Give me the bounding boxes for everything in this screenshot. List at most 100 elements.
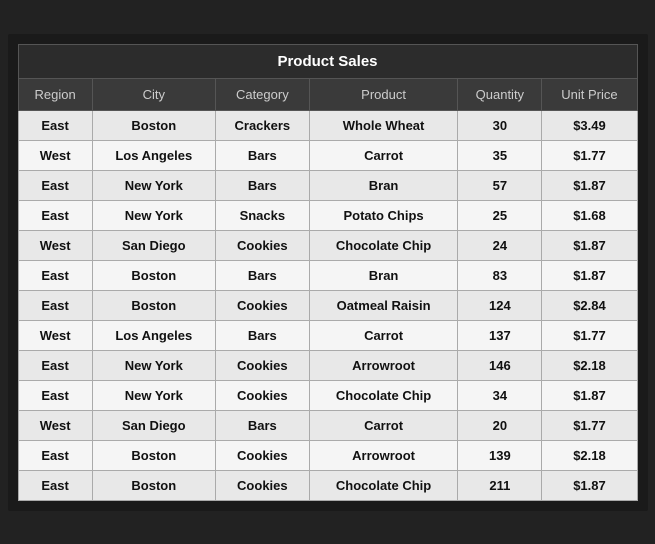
cell-r11-c4: 139 [458, 440, 542, 470]
cell-r4-c2: Cookies [215, 230, 309, 260]
cell-r8-c0: East [18, 350, 92, 380]
cell-r4-c3: Chocolate Chip [309, 230, 457, 260]
cell-r8-c2: Cookies [215, 350, 309, 380]
cell-r0-c5: $3.49 [542, 110, 637, 140]
cell-r5-c0: East [18, 260, 92, 290]
cell-r7-c2: Bars [215, 320, 309, 350]
table-row: EastBostonCookiesArrowroot139$2.18 [18, 440, 637, 470]
cell-r7-c4: 137 [458, 320, 542, 350]
table-row: EastNew YorkCookiesArrowroot146$2.18 [18, 350, 637, 380]
column-header-product: Product [309, 78, 457, 110]
cell-r5-c5: $1.87 [542, 260, 637, 290]
table-row: EastBostonBarsBran83$1.87 [18, 260, 637, 290]
cell-r2-c0: East [18, 170, 92, 200]
cell-r3-c3: Potato Chips [309, 200, 457, 230]
cell-r10-c1: San Diego [92, 410, 215, 440]
table-row: EastBostonCookiesOatmeal Raisin124$2.84 [18, 290, 637, 320]
cell-r8-c4: 146 [458, 350, 542, 380]
cell-r9-c1: New York [92, 380, 215, 410]
cell-r11-c0: East [18, 440, 92, 470]
cell-r10-c2: Bars [215, 410, 309, 440]
cell-r9-c0: East [18, 380, 92, 410]
cell-r10-c4: 20 [458, 410, 542, 440]
cell-r3-c1: New York [92, 200, 215, 230]
cell-r2-c4: 57 [458, 170, 542, 200]
cell-r3-c4: 25 [458, 200, 542, 230]
cell-r0-c0: East [18, 110, 92, 140]
cell-r6-c3: Oatmeal Raisin [309, 290, 457, 320]
cell-r8-c3: Arrowroot [309, 350, 457, 380]
cell-r5-c1: Boston [92, 260, 215, 290]
cell-r2-c1: New York [92, 170, 215, 200]
cell-r2-c5: $1.87 [542, 170, 637, 200]
cell-r10-c3: Carrot [309, 410, 457, 440]
cell-r7-c1: Los Angeles [92, 320, 215, 350]
cell-r5-c3: Bran [309, 260, 457, 290]
cell-r4-c4: 24 [458, 230, 542, 260]
cell-r10-c0: West [18, 410, 92, 440]
column-header-region: Region [18, 78, 92, 110]
product-sales-table: Product Sales RegionCityCategoryProductQ… [18, 44, 638, 501]
cell-r3-c5: $1.68 [542, 200, 637, 230]
cell-r6-c1: Boston [92, 290, 215, 320]
cell-r0-c2: Crackers [215, 110, 309, 140]
table-title: Product Sales [18, 44, 637, 78]
cell-r1-c1: Los Angeles [92, 140, 215, 170]
cell-r6-c2: Cookies [215, 290, 309, 320]
cell-r4-c0: West [18, 230, 92, 260]
column-header-unit-price: Unit Price [542, 78, 637, 110]
cell-r10-c5: $1.77 [542, 410, 637, 440]
cell-r1-c3: Carrot [309, 140, 457, 170]
table-row: WestLos AngelesBarsCarrot137$1.77 [18, 320, 637, 350]
table-row: EastNew YorkBarsBran57$1.87 [18, 170, 637, 200]
cell-r8-c1: New York [92, 350, 215, 380]
column-header-city: City [92, 78, 215, 110]
cell-r1-c4: 35 [458, 140, 542, 170]
cell-r1-c2: Bars [215, 140, 309, 170]
cell-r11-c3: Arrowroot [309, 440, 457, 470]
cell-r11-c1: Boston [92, 440, 215, 470]
header-row: RegionCityCategoryProductQuantityUnit Pr… [18, 78, 637, 110]
cell-r3-c0: East [18, 200, 92, 230]
cell-r9-c5: $1.87 [542, 380, 637, 410]
table-row: EastBostonCookiesChocolate Chip211$1.87 [18, 470, 637, 500]
cell-r9-c3: Chocolate Chip [309, 380, 457, 410]
cell-r6-c5: $2.84 [542, 290, 637, 320]
table-row: EastNew YorkSnacksPotato Chips25$1.68 [18, 200, 637, 230]
table-row: WestSan DiegoBarsCarrot20$1.77 [18, 410, 637, 440]
cell-r12-c0: East [18, 470, 92, 500]
cell-r1-c0: West [18, 140, 92, 170]
cell-r9-c2: Cookies [215, 380, 309, 410]
cell-r12-c4: 211 [458, 470, 542, 500]
cell-r12-c5: $1.87 [542, 470, 637, 500]
cell-r5-c2: Bars [215, 260, 309, 290]
cell-r0-c1: Boston [92, 110, 215, 140]
cell-r6-c4: 124 [458, 290, 542, 320]
column-header-category: Category [215, 78, 309, 110]
cell-r1-c5: $1.77 [542, 140, 637, 170]
cell-r12-c1: Boston [92, 470, 215, 500]
cell-r12-c3: Chocolate Chip [309, 470, 457, 500]
table-body: EastBostonCrackersWhole Wheat30$3.49West… [18, 110, 637, 500]
cell-r9-c4: 34 [458, 380, 542, 410]
cell-r11-c5: $2.18 [542, 440, 637, 470]
table-row: EastBostonCrackersWhole Wheat30$3.49 [18, 110, 637, 140]
cell-r12-c2: Cookies [215, 470, 309, 500]
cell-r0-c4: 30 [458, 110, 542, 140]
cell-r4-c5: $1.87 [542, 230, 637, 260]
cell-r11-c2: Cookies [215, 440, 309, 470]
table-row: EastNew YorkCookiesChocolate Chip34$1.87 [18, 380, 637, 410]
column-header-quantity: Quantity [458, 78, 542, 110]
cell-r5-c4: 83 [458, 260, 542, 290]
cell-r7-c0: West [18, 320, 92, 350]
table-wrapper: Product Sales RegionCityCategoryProductQ… [8, 34, 648, 511]
cell-r2-c2: Bars [215, 170, 309, 200]
cell-r3-c2: Snacks [215, 200, 309, 230]
cell-r7-c5: $1.77 [542, 320, 637, 350]
cell-r8-c5: $2.18 [542, 350, 637, 380]
table-row: WestLos AngelesBarsCarrot35$1.77 [18, 140, 637, 170]
cell-r7-c3: Carrot [309, 320, 457, 350]
cell-r4-c1: San Diego [92, 230, 215, 260]
cell-r6-c0: East [18, 290, 92, 320]
cell-r2-c3: Bran [309, 170, 457, 200]
